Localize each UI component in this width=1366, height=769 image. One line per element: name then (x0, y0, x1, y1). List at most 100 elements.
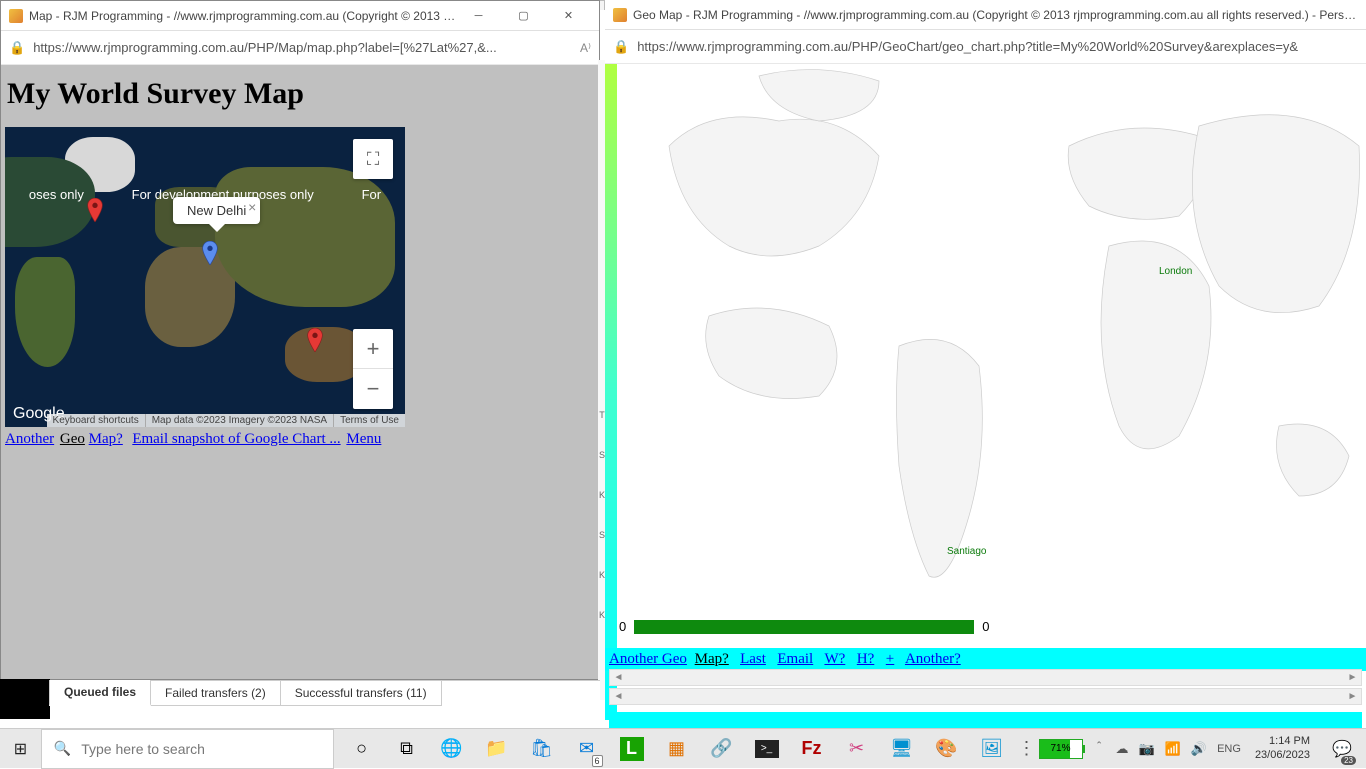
snip-icon[interactable]: ✂ (835, 729, 879, 769)
cortana-icon[interactable]: ○ (340, 729, 384, 769)
taskbar-clock[interactable]: 1:14 PM 23/06/2023 (1251, 735, 1314, 761)
terms-link[interactable]: Terms of Use (333, 414, 405, 427)
horizontal-scrollbar[interactable]: ◄► (609, 688, 1362, 705)
geo-legend: 0 0 (619, 619, 989, 634)
putty-icon[interactable]: 🔗 (700, 729, 744, 769)
link-another[interactable]: Another (5, 431, 54, 447)
maximize-button[interactable]: ▢ (501, 2, 546, 30)
battery-indicator[interactable]: 71% (1039, 739, 1083, 759)
geo-chart[interactable]: London Santiago (619, 66, 1364, 631)
lock-icon: 🔒 (9, 40, 25, 56)
map-marker-blue[interactable] (202, 241, 218, 265)
keyboard-shortcuts-link[interactable]: Keyboard shortcuts (47, 414, 145, 427)
page-title: My World Survey Map (7, 77, 595, 111)
link-map[interactable]: Map? (89, 431, 123, 447)
zoom-controls: + − (353, 329, 393, 409)
file-explorer-icon[interactable]: 📁 (475, 729, 519, 769)
task-view-icon[interactable]: ⧉ (385, 729, 429, 769)
link-another[interactable]: Another? (905, 651, 961, 667)
taskbar-overflow-icon[interactable]: ⋮ (1015, 729, 1039, 769)
reader-icon[interactable]: A⁾ (580, 41, 591, 55)
close-button[interactable]: ✕ (546, 2, 591, 30)
left-page-content: My World Survey Map oses only For develo… (1, 65, 599, 679)
right-titlebar[interactable]: Geo Map - RJM Programming - //www.rjmpro… (605, 0, 1366, 30)
map-marker-red[interactable] (87, 198, 103, 222)
tab-successful-transfers[interactable]: Successful transfers (11) (280, 681, 442, 706)
windows-taskbar: ⊞ 🔍 Type here to search ○ ⧉ 🌐 📁 🛍 ✉6 L ▦… (0, 728, 1366, 768)
link-email[interactable]: Email (777, 651, 813, 667)
link-last[interactable]: Last (740, 651, 766, 667)
paint-icon[interactable]: 🎨 (925, 729, 969, 769)
fullscreen-button[interactable]: ⛶ (353, 139, 393, 179)
libreoffice-icon[interactable]: L (620, 737, 644, 761)
remote-desktop-icon[interactable]: 🖥 (880, 729, 924, 769)
mail-icon[interactable]: ✉6 (565, 729, 609, 769)
map-infowindow: New Delhi × (173, 197, 260, 224)
meet-now-icon[interactable]: 📷 (1139, 741, 1155, 757)
search-placeholder: Type here to search (81, 741, 205, 757)
map-data-text: Map data ©2023 Imagery ©2023 NASA (145, 414, 333, 427)
world-outline-svg (619, 66, 1364, 631)
action-center-icon[interactable]: 💬23 (1324, 729, 1360, 769)
tray-chevron-up-icon[interactable]: ＾ (1093, 739, 1106, 758)
app-icon (613, 8, 627, 22)
infowindow-close-icon[interactable]: × (248, 199, 256, 215)
geo-label-santiago: Santiago (947, 546, 986, 557)
map-marker-red[interactable] (307, 328, 323, 352)
taskbar-search[interactable]: 🔍 Type here to search (41, 729, 334, 769)
search-icon: 🔍 (54, 740, 71, 757)
right-page-content: London Santiago 0 0 Another Geo Map? Las… (605, 64, 1366, 720)
right-browser-window: Geo Map - RJM Programming - //www.rjmpro… (605, 0, 1366, 720)
right-links-row: Another Geo Map? Last Email W? H? + Anot… (605, 648, 1366, 671)
right-url[interactable]: https://www.rjmprogramming.com.au/PHP/Ge… (637, 39, 1358, 54)
tab-failed-transfers[interactable]: Failed transfers (2) (150, 681, 281, 706)
clock-date: 23/06/2023 (1255, 749, 1310, 762)
link-email-snapshot[interactable]: Email snapshot of Google Chart ... (132, 431, 340, 447)
system-tray: 71% ＾ ☁ 📷 📶 🔊 ENG 1:14 PM 23/06/2023 💬23 (1039, 729, 1366, 768)
link-plus[interactable]: + (886, 651, 894, 667)
link-h[interactable]: H? (857, 651, 875, 667)
legend-gradient-bar (634, 620, 974, 634)
link-map[interactable]: Map? (695, 651, 729, 667)
minimize-button[interactable]: ─ (456, 2, 501, 30)
link-menu[interactable]: Menu (346, 431, 381, 447)
horizontal-scrollbar[interactable]: ◄► (609, 669, 1362, 686)
google-map[interactable]: oses only For development purposes only … (5, 127, 405, 427)
left-window-title: Map - RJM Programming - //www.rjmprogram… (29, 9, 456, 23)
zoom-out-button[interactable]: − (353, 369, 393, 409)
zoom-in-button[interactable]: + (353, 329, 393, 369)
map-attribution: Keyboard shortcuts Map data ©2023 Imager… (47, 414, 405, 427)
landmass (215, 167, 395, 307)
left-titlebar[interactable]: Map - RJM Programming - //www.rjmprogram… (1, 1, 599, 31)
tab-queued-files[interactable]: Queued files (49, 680, 151, 706)
right-address-bar[interactable]: 🔒 https://www.rjmprogramming.com.au/PHP/… (605, 30, 1366, 64)
terminal-icon[interactable]: >_ (755, 740, 779, 758)
landmass (15, 257, 75, 367)
photos-icon[interactable]: 🖼 (970, 729, 1014, 769)
left-url[interactable]: https://www.rjmprogramming.com.au/PHP/Ma… (33, 40, 572, 55)
onedrive-icon[interactable]: ☁ (1116, 741, 1129, 757)
legend-max: 0 (982, 619, 989, 634)
horizontal-scrollbar[interactable] (609, 712, 1362, 729)
language-indicator[interactable]: ENG (1217, 743, 1241, 755)
ms-store-icon[interactable]: 🛍 (520, 729, 564, 769)
landmass (5, 157, 95, 247)
fz-dark-strip (0, 679, 50, 719)
volume-icon[interactable]: 🔊 (1191, 741, 1207, 757)
infowindow-text: New Delhi (187, 203, 246, 218)
gradient-strip (605, 64, 617, 720)
wifi-icon[interactable]: 📶 (1165, 741, 1181, 757)
link-w[interactable]: W? (824, 651, 845, 667)
edge-icon[interactable]: 🌐 (430, 729, 474, 769)
link-geo[interactable]: Geo (60, 431, 85, 447)
filezilla-transfer-tabs: Queued files Failed transfers (2) Succes… (50, 680, 600, 720)
lock-icon: 🔒 (613, 39, 629, 55)
filezilla-icon[interactable]: Fz (790, 729, 834, 769)
start-button[interactable]: ⊞ (0, 729, 41, 769)
geo-label-london: London (1159, 266, 1192, 277)
app-icon-orange[interactable]: ▦ (655, 729, 699, 769)
app-icon (9, 9, 23, 23)
link-another-geo[interactable]: Another Geo (609, 651, 687, 667)
clock-time: 1:14 PM (1255, 735, 1310, 748)
left-address-bar[interactable]: 🔒 https://www.rjmprogramming.com.au/PHP/… (1, 31, 599, 65)
